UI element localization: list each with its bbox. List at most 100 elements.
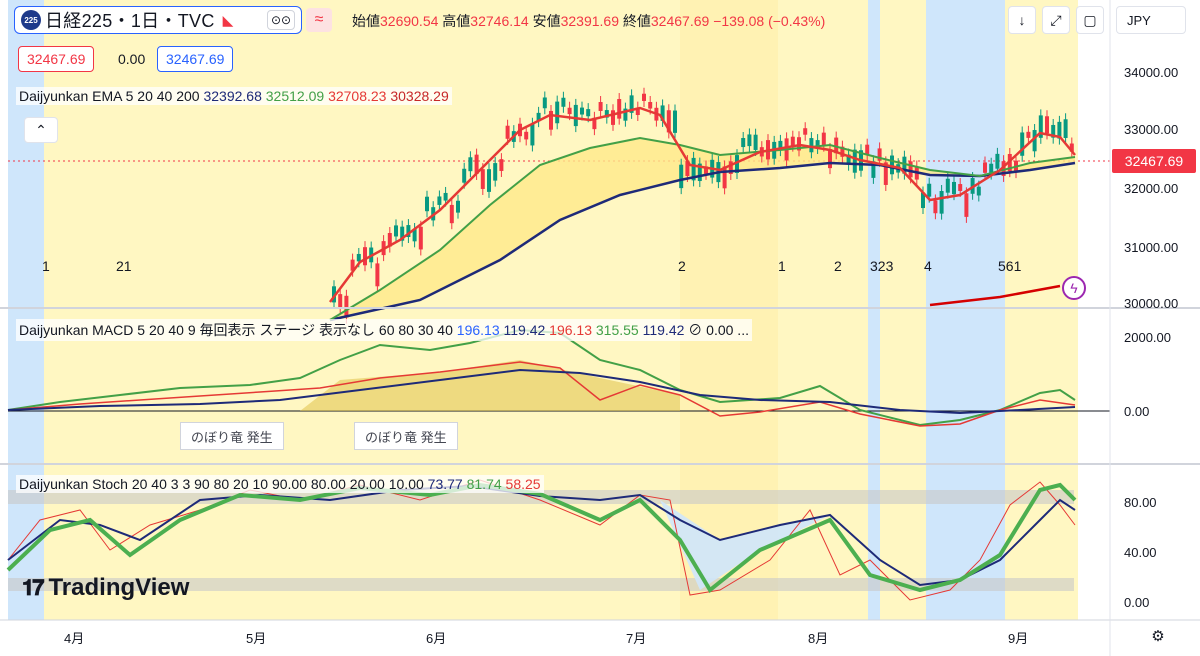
candle-body [449,204,454,224]
stage-number: 4 [924,258,932,274]
stoch-axis-label: 40.00 [1124,545,1157,560]
macd-axis-label: 0.00 [1124,404,1150,419]
stoch-legend-name: Daijyunkan Stoch 20 40 3 3 90 80 20 10 9… [19,476,424,492]
candle-body [1063,119,1068,138]
tv-logo-icon: 𝟏𝟕 [22,575,45,600]
stage-number: 21 [116,258,132,274]
stage-number: 561 [998,258,1022,274]
stoch-value: 58.25 [505,476,541,492]
candle-body [983,162,987,173]
symbol-search-box[interactable]: 225 日経225・1日・TVC ◣ ⊙⊙ [14,6,302,34]
buy-price-button[interactable]: 32467.69 [157,46,234,72]
candle-body [561,97,566,107]
candle-body [958,184,963,191]
price-axis-label: 34000.00 [1124,65,1179,80]
candle-body [524,131,529,140]
currency-select[interactable]: JPY [1116,6,1186,34]
candle-body [852,149,857,173]
sell-price-button[interactable]: 32467.69 [18,46,95,72]
candle-body [1045,116,1049,134]
more-options-icon[interactable]: ⊙⊙ [267,10,295,30]
candle-body [462,168,467,183]
brand-name: TradingView [48,574,190,601]
stage-number: 1 [778,258,786,274]
candle-body [437,196,442,205]
settings-gear-icon[interactable]: ⚙ [1148,626,1168,646]
stoch-axis-label: 0.00 [1124,595,1150,610]
compare-wave-icon[interactable]: ≈ [306,8,332,32]
price-axis-label: 31000.00 [1124,240,1179,255]
candle-body [425,196,429,212]
candle-body [945,178,950,193]
candle-body [487,169,491,192]
ema-legend[interactable]: Daijyunkan EMA 5 20 40 200 32392.68 3251… [16,87,452,105]
candle-body [394,225,398,237]
rising-dragon-annotation: のぼり竜 発生 [180,422,284,450]
flag-icon[interactable]: ◣ [223,12,234,29]
stage-band [868,0,880,620]
ema-value: 32392.68 [203,88,262,104]
candle-body [821,132,826,146]
candle-body [505,125,510,139]
stage-number: 2 [678,258,686,274]
open-label: 始値 [352,13,380,29]
symbol-title: 日経225・1日・TVC [45,11,215,31]
candle-body [356,253,361,262]
stoch-axis-label: 80.00 [1124,495,1157,510]
macd-value: 196.13 [456,322,500,338]
macd-value: 119.42 [642,322,685,338]
ema-value: 32708.23 [328,88,387,104]
candle-body [598,102,603,111]
price-axis-label: 32000.00 [1124,181,1179,196]
collapse-legend-icon[interactable]: ⌃ [24,117,58,143]
candle-body [468,157,473,172]
candle-body [375,263,380,287]
fullscreen-icon[interactable]: ⤢ [1042,6,1070,34]
candle-body [753,134,758,150]
candle-body [741,138,746,148]
candle-body [865,144,870,155]
candle-body [642,93,646,101]
candle-body [456,200,460,213]
candle-body [908,161,913,178]
stoch-value: 73.77 [427,476,463,492]
macd-legend[interactable]: Daijyunkan MACD 5 20 40 9 毎回表示 ステージ 表示なし… [16,319,752,341]
time-axis-label: 4月 [64,631,85,646]
low-label: 安値 [532,13,561,29]
candle-body [648,102,653,109]
rising-dragon-annotation: のぼり竜 発生 [354,422,458,450]
candle-body [567,107,572,115]
close-value: 32467.69 [650,13,710,29]
price-axis-label: 30000.00 [1124,296,1179,311]
candle-body [530,123,535,146]
candle-body [580,107,584,115]
candle-body [679,164,684,189]
macd-axis-label: 2000.00 [1124,330,1171,345]
time-axis-label: 7月 [626,631,647,646]
candle-body [344,295,349,318]
candle-body [586,109,591,117]
lightning-icon[interactable]: ϟ [1062,276,1086,300]
candle-body [939,190,944,214]
spread-value: 0.00 [118,51,146,67]
last-price-tag: 32467.69 [1112,149,1196,173]
candle-body [952,181,956,195]
tradingview-logo[interactable]: 𝟏𝟕 TradingView [22,574,189,602]
time-axis-label: 8月 [808,631,829,646]
snapshot-icon[interactable]: ▢ [1076,6,1104,34]
candle-body [747,134,752,147]
ema-value: 32512.09 [265,88,325,104]
candle-body [828,149,832,169]
high-label: 高値 [442,13,471,29]
macd-legend-name: Daijyunkan MACD 5 20 40 9 毎回表示 ステージ 表示なし… [19,322,453,338]
macd-value: 119.42 [503,322,546,338]
time-axis-label: 9月 [1008,631,1029,646]
time-axis-label: 5月 [246,631,267,646]
arrow-down-icon[interactable]: ↓ [1008,6,1036,34]
candle-body [964,193,969,217]
stoch-legend[interactable]: Daijyunkan Stoch 20 40 3 3 90 80 20 10 9… [16,475,544,493]
candle-body [493,163,498,181]
candle-body [927,183,932,197]
macd-value: 315.55 [595,322,639,338]
change-value: −139.08 (−0.43%) [713,13,826,29]
